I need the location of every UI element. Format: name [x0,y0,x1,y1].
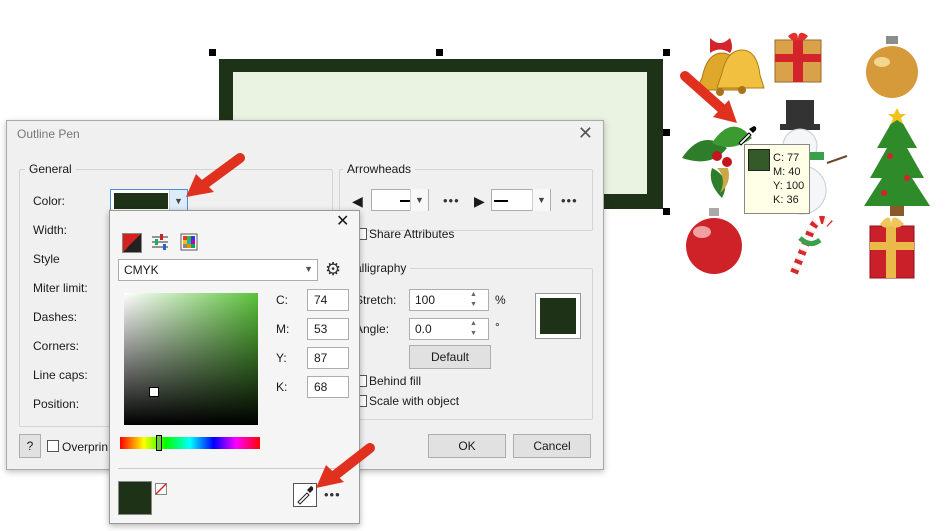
help-button[interactable]: ? [19,434,41,458]
scale-with-object-label: Scale with object [369,394,460,408]
chevron-down-icon[interactable]: ▼ [410,189,428,211]
sampled-color-swatch [748,149,770,171]
tooltip-m: M: 40 [773,166,801,178]
start-arrow-options-button[interactable]: ••• [443,193,460,208]
selection-handle[interactable] [436,49,443,56]
stretch-input[interactable]: 100 [409,289,489,311]
overprint-label: Overprin [62,440,109,454]
nib-preview[interactable] [535,293,581,339]
c-input[interactable]: 74 [307,289,349,311]
line-caps-label: Line caps: [33,368,88,382]
tooltip-k: K: 36 [773,194,799,206]
general-legend: General [25,162,76,176]
dialog-title: Outline Pen [17,127,80,141]
share-attributes-label: Share Attributes [369,227,455,241]
candy-cane-icon[interactable] [790,215,833,275]
end-arrow-options-button[interactable]: ••• [561,193,578,208]
dashes-label: Dashes: [33,310,78,324]
stretch-unit: % [495,293,506,307]
ornament-red-icon[interactable] [686,208,742,274]
dialog-close-icon[interactable]: ✕ [578,123,593,144]
selection-handle[interactable] [663,208,670,215]
gift-box-gold-icon[interactable] [774,32,822,83]
k-label: K: [276,380,288,394]
annotation-arrow-icon [316,443,375,488]
c-value: 74 [314,293,328,307]
color-model-dropdown[interactable]: CMYK ▼ [118,259,318,281]
selection-handle[interactable] [663,129,670,136]
ornament-gold-icon[interactable] [866,36,918,98]
width-label: Width: [33,223,68,237]
color-palettes-icon[interactable] [180,233,198,251]
annotation-arrow-icon [680,71,737,123]
m-input[interactable]: 53 [307,318,349,340]
m-value: 53 [314,322,328,336]
chevron-down-icon[interactable]: ▼ [532,189,550,211]
start-arrowhead-dropdown[interactable]: ▼ [371,189,429,211]
color-field[interactable] [124,293,258,425]
hue-slider[interactable] [120,435,260,451]
eyedropper-tooltip: C: 77 M: 40 Y: 100 K: 36 [744,144,810,214]
line-preview-icon [494,200,508,202]
annotation-arrow-icon [186,153,245,197]
nib-shape [540,298,576,334]
color-sliders-icon[interactable] [150,233,170,251]
miter-limit-label: Miter limit: [33,281,88,295]
c-label: C: [276,293,288,307]
stretch-value: 100 [415,293,436,307]
corners-label: Corners: [33,339,80,353]
color-dropdown-swatch [114,193,168,209]
y-value: 87 [314,351,328,365]
current-color-swatch [118,481,152,515]
m-label: M: [276,322,290,336]
stretch-label: Stretch: [355,293,397,307]
position-label: Position: [33,397,80,411]
chevron-down-icon[interactable]: ▼ [304,264,313,274]
stretch-spinner-icon[interactable]: ▲ ▼ [470,290,477,310]
tooltip-c: C: 77 [773,152,800,164]
ok-button[interactable]: OK [428,434,506,458]
angle-label: Angle: [355,322,390,336]
angle-value: 0.0 [415,322,432,336]
christmas-tree-icon[interactable] [864,108,930,216]
y-label: Y: [276,351,287,365]
k-input[interactable]: 68 [307,376,349,398]
angle-unit: ° [495,320,500,334]
behind-fill-label: Behind fill [369,374,422,388]
selection-handle[interactable] [209,49,216,56]
selection-handle[interactable] [663,49,670,56]
gift-box-red-icon[interactable] [869,217,915,279]
color-viewers-icon[interactable] [122,233,142,253]
arrow-left-icon: ◀ [352,193,363,209]
angle-input[interactable]: 0.0 [409,318,489,340]
k-value: 68 [314,380,328,394]
tooltip-y: Y: 100 [773,180,805,192]
cancel-button[interactable]: Cancel [513,434,591,458]
arrowheads-legend: Arrowheads [343,162,416,176]
arrow-right-icon: ▶ [474,193,485,209]
y-input[interactable]: 87 [307,347,349,369]
color-label: Color: [33,194,66,208]
style-label: Style [33,252,60,266]
color-model-value: CMYK [124,263,159,277]
hue-slider-handle[interactable] [156,435,162,451]
overprint-checkbox[interactable] [47,440,59,452]
popup-close-icon[interactable]: ✕ [336,211,349,231]
end-arrowhead-dropdown[interactable]: ▼ [491,189,551,211]
color-field-picker[interactable] [149,387,159,397]
default-button[interactable]: Default [409,345,491,369]
angle-spinner-icon[interactable]: ▲ ▼ [470,319,477,339]
no-color-icon[interactable] [155,483,167,495]
gear-icon[interactable]: ⚙ [325,259,341,280]
